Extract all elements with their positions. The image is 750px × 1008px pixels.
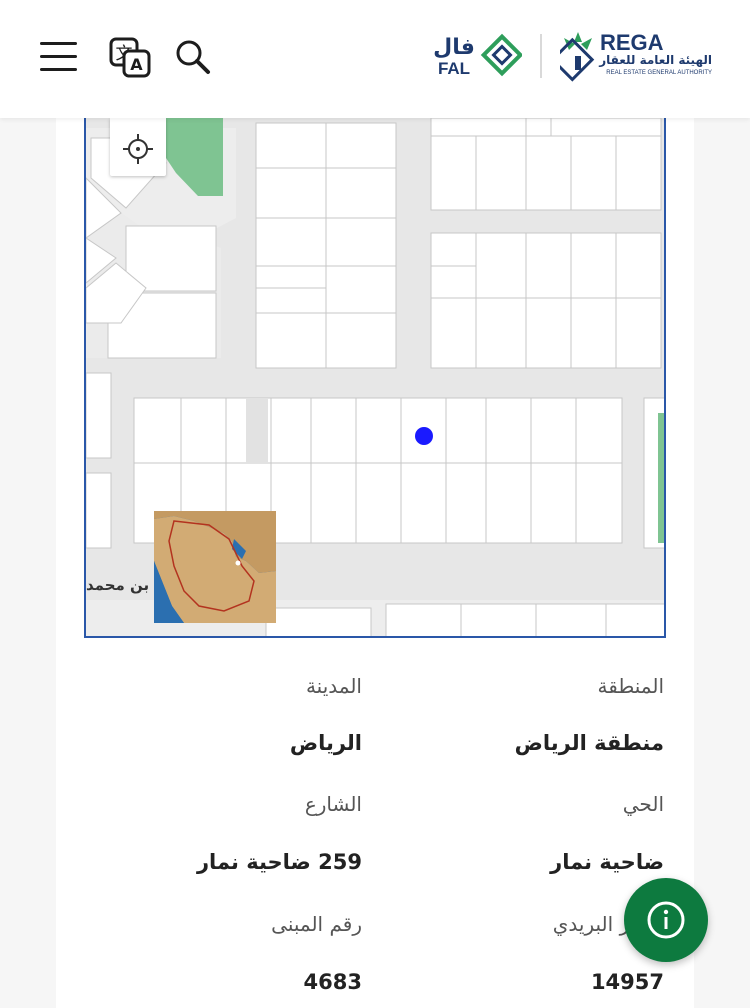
region-value: منطقة الرياض — [514, 731, 664, 755]
fal-logo-latin: FAL — [438, 59, 470, 78]
overview-inset-map[interactable] — [154, 511, 276, 623]
rega-logo: REGA الهيئة العامة للعقار REAL ESTATE GE… — [550, 26, 720, 82]
city-value: الرياض — [289, 731, 362, 755]
top-header: 文 A فال FAL — [0, 0, 750, 118]
street-value: 259 ضاحية نمار — [196, 850, 362, 874]
postal-code-value: 14957 — [590, 970, 664, 994]
rega-logo-arabic: الهيئة العامة للعقار — [598, 53, 712, 67]
crosshair-icon — [123, 134, 153, 164]
translate-icon[interactable]: 文 A — [108, 36, 152, 80]
district-label: الحي — [622, 792, 664, 816]
info-button[interactable] — [624, 878, 708, 962]
city-label: المدينة — [305, 674, 362, 698]
street-label: الشارع — [304, 792, 362, 816]
logo-divider — [540, 34, 542, 78]
fal-logo: فال FAL — [422, 30, 524, 80]
info-icon — [647, 901, 685, 939]
rega-logo-english: REAL ESTATE GENERAL AUTHORITY — [606, 70, 712, 76]
fal-logo-arabic: فال — [433, 35, 475, 60]
district-value: ضاحية نمار — [550, 850, 664, 874]
search-icon[interactable] — [174, 38, 214, 78]
building-number-label: رقم المبنى — [271, 912, 362, 936]
rega-logo-latin: REGA — [600, 30, 664, 55]
location-marker[interactable] — [415, 427, 433, 445]
map-street-label: د بن محمد — [86, 576, 163, 594]
building-number-value: 4683 — [303, 970, 362, 994]
locate-me-button[interactable] — [110, 118, 166, 176]
svg-text:A: A — [130, 55, 143, 74]
map-view[interactable]: د بن محمد — [84, 118, 666, 638]
region-label: المنطقة — [597, 674, 665, 698]
hamburger-menu-icon[interactable] — [40, 38, 78, 76]
